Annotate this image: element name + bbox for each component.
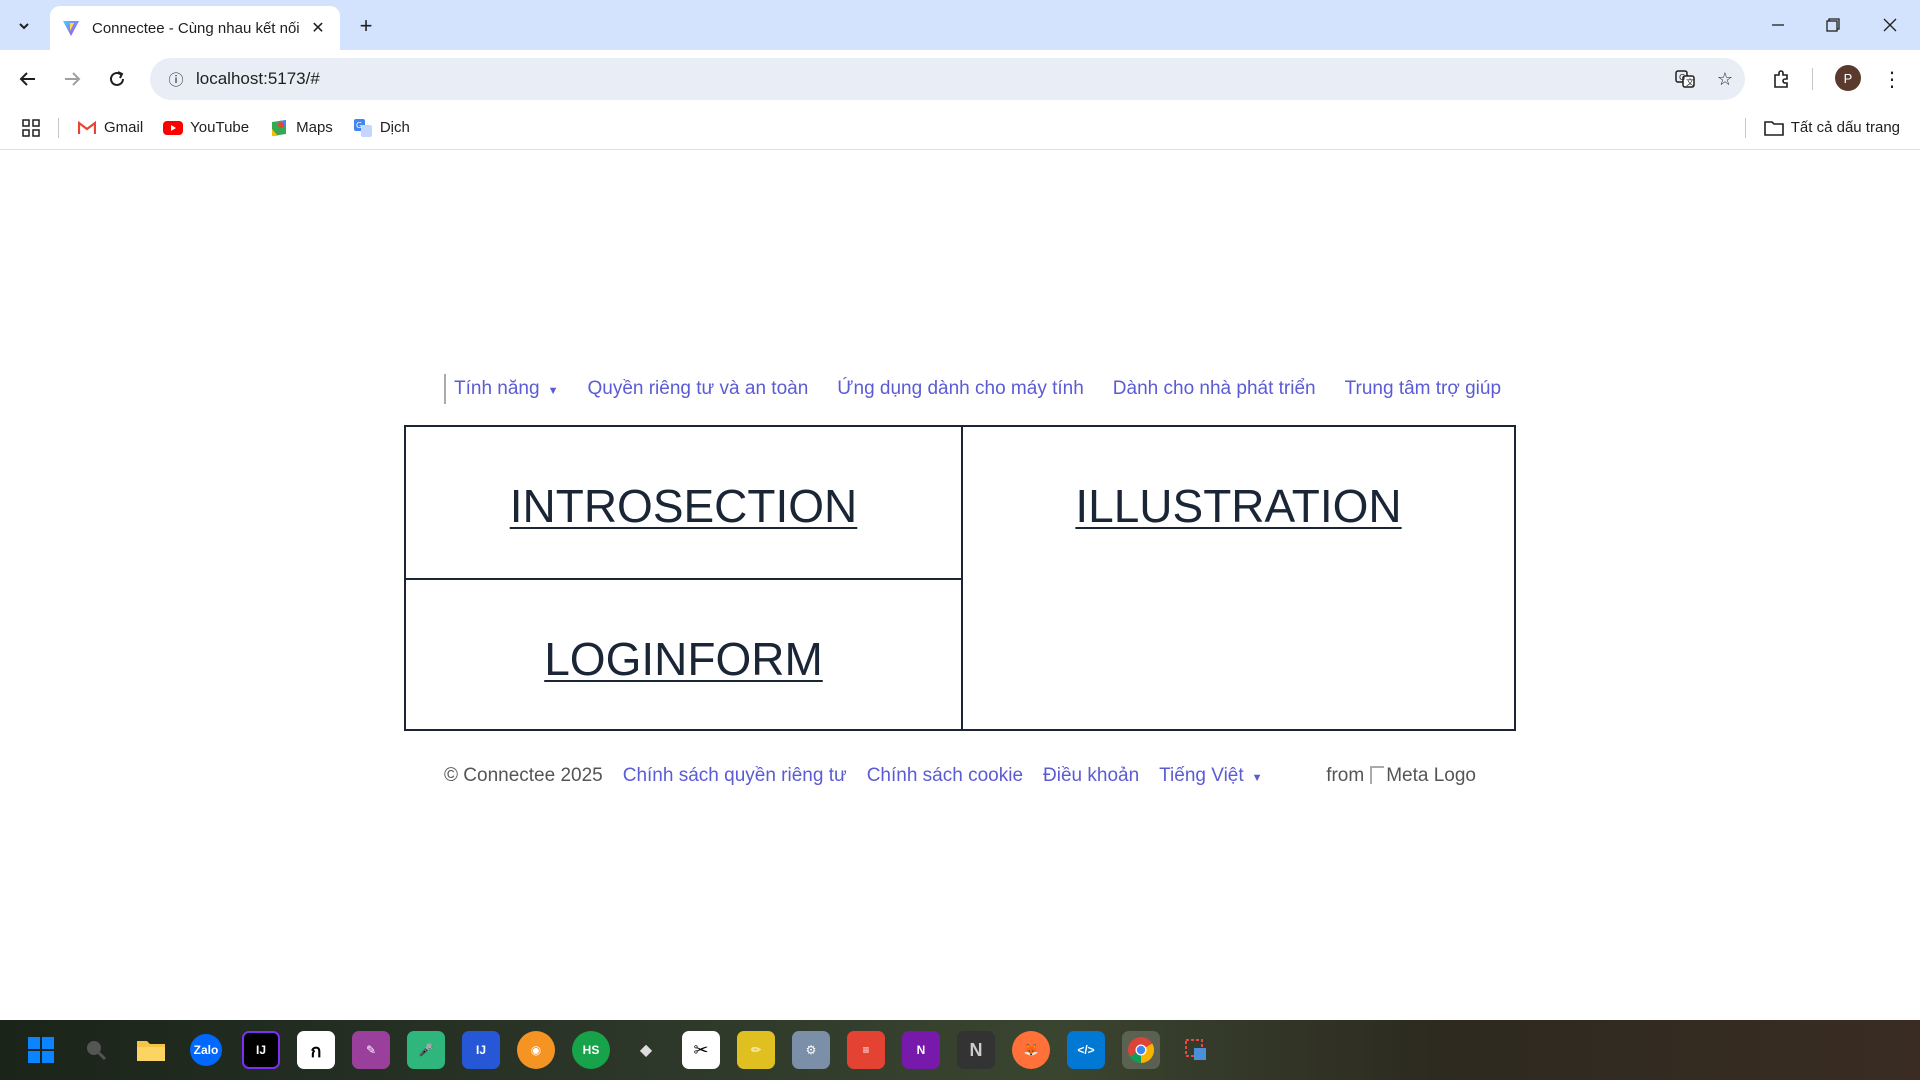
bookmark-maps[interactable]: Maps <box>269 119 333 136</box>
chevron-down-icon: ▼ <box>1251 772 1263 784</box>
broken-logo-image[interactable] <box>444 374 446 404</box>
from-meta: from Meta Logo <box>1326 765 1476 787</box>
illustration-section: ILLUSTRATION <box>963 427 1514 729</box>
minimize-icon[interactable] <box>1758 10 1798 40</box>
toolbox-icon[interactable]: ⚙ <box>792 1031 830 1069</box>
vscode-icon[interactable]: </> <box>1067 1031 1105 1069</box>
maps-icon <box>269 119 289 136</box>
toolbar-divider <box>1812 68 1813 90</box>
translate-icon: G <box>353 118 373 137</box>
close-tab-icon[interactable]: ✕ <box>308 18 328 38</box>
url-text[interactable]: localhost:5173/# <box>196 69 1665 89</box>
menu-icon[interactable]: ⋮ <box>1876 63 1908 95</box>
nav-desktop-app[interactable]: Ứng dụng dành cho máy tính <box>837 378 1084 400</box>
snipping-tool-icon[interactable] <box>1177 1031 1215 1069</box>
onenote-icon[interactable]: N <box>902 1031 940 1069</box>
intellij-icon[interactable]: IJ <box>242 1031 280 1069</box>
nav-developers[interactable]: Dành cho nhà phát triển <box>1113 378 1316 400</box>
footer-privacy-policy[interactable]: Chính sách quyền riêng tư <box>623 765 847 787</box>
translate-page-icon[interactable]: G文 <box>1665 59 1705 99</box>
apps-grid-icon[interactable] <box>22 118 40 137</box>
copyright-text: © Connectee 2025 <box>444 765 603 786</box>
start-icon[interactable] <box>22 1031 60 1069</box>
browser-toolbar: ⓘ localhost:5173/# G文 ☆ P ⋮ <box>0 50 1920 106</box>
intro-section-link[interactable]: INTROSECTION <box>510 479 858 533</box>
hs-app-icon[interactable]: HS <box>572 1031 610 1069</box>
new-tab-button[interactable]: + <box>352 12 380 40</box>
chrome-icon[interactable] <box>1122 1031 1160 1069</box>
folder-icon <box>1763 120 1784 136</box>
jetbrains-icon[interactable]: IJ <box>462 1031 500 1069</box>
close-window-icon[interactable] <box>1870 10 1910 40</box>
pencil-app-icon[interactable]: ✏ <box>737 1031 775 1069</box>
n8n-icon[interactable]: ก <box>297 1031 335 1069</box>
address-bar[interactable]: ⓘ localhost:5173/# G文 ☆ <box>150 58 1745 100</box>
bookmark-star-icon[interactable]: ☆ <box>1705 59 1745 99</box>
bookmark-translate[interactable]: G Dịch <box>353 118 410 137</box>
gmail-icon <box>77 120 97 136</box>
box-app-icon[interactable]: ◆ <box>627 1031 665 1069</box>
todoist-icon[interactable]: ≡ <box>847 1031 885 1069</box>
top-navigation: Tính năng ▼ Quyền riêng tư và an toàn Ứng… <box>444 371 1501 407</box>
from-label: from <box>1326 765 1365 786</box>
intro-section: INTROSECTION <box>406 427 961 578</box>
file-explorer-icon[interactable] <box>132 1031 170 1069</box>
nav-features[interactable]: Tính năng ▼ <box>454 378 558 400</box>
footer-language-select[interactable]: Tiếng Việt ▼ <box>1159 765 1262 787</box>
windows-taskbar: Zalo IJ ก ✎ 🎤 IJ ◉ HS ◆ ✂ ✏ ⚙ ≡ N N 🦊 </… <box>0 1020 1920 1080</box>
restore-icon[interactable] <box>1813 10 1853 40</box>
tab-search-button[interactable] <box>10 12 38 40</box>
svg-text:文: 文 <box>1686 77 1694 87</box>
tab-strip: Connectee - Cùng nhau kết nối ✕ + <box>0 0 1920 50</box>
illustration-link[interactable]: ILLUSTRATION <box>1075 479 1401 533</box>
mic-app-icon[interactable]: 🎤 <box>407 1031 445 1069</box>
extensions-icon[interactable] <box>1765 63 1797 95</box>
meta-logo-broken-image: Meta Logo <box>1370 765 1476 787</box>
brave-icon[interactable]: ◉ <box>517 1031 555 1069</box>
nav-help-center[interactable]: Trung tâm trợ giúp <box>1345 378 1501 400</box>
web-page: Tính năng ▼ Quyền riêng tư và an toàn Ứng… <box>0 151 1920 1020</box>
site-info-icon[interactable]: ⓘ <box>156 69 196 90</box>
zalo-icon[interactable]: Zalo <box>190 1034 222 1066</box>
page-footer: © Connectee 2025 Chính sách quyền riêng … <box>444 761 1476 791</box>
login-form-section: LOGINFORM <box>406 580 961 729</box>
bookmark-youtube[interactable]: YouTube <box>163 119 249 136</box>
svg-text:G: G <box>1679 73 1685 82</box>
all-bookmarks-label: Tất cả dấu trang <box>1790 119 1900 136</box>
svg-text:G: G <box>356 121 362 130</box>
forward-button[interactable] <box>56 63 88 95</box>
bookmark-label: Dịch <box>379 119 410 136</box>
login-form-link[interactable]: LOGINFORM <box>544 632 823 686</box>
back-button[interactable] <box>12 63 44 95</box>
bookmark-label: Gmail <box>104 119 144 136</box>
main-grid: INTROSECTION ILLUSTRATION LOGINFORM <box>404 425 1516 731</box>
firefox-icon[interactable]: 🦊 <box>1012 1031 1050 1069</box>
bookmarks-divider <box>58 117 59 138</box>
vite-logo-icon <box>63 21 79 36</box>
search-icon[interactable] <box>77 1031 115 1069</box>
reload-button[interactable] <box>101 63 133 95</box>
active-tab[interactable]: Connectee - Cùng nhau kết nối ✕ <box>50 6 340 50</box>
bookmark-label: Maps <box>296 119 333 136</box>
profile-avatar[interactable]: P <box>1835 65 1861 91</box>
bookmark-label: YouTube <box>190 119 250 136</box>
bookmarks-bar: Gmail YouTube Maps G Dịch Tất cả dấu tra… <box>0 106 1920 150</box>
notion-icon[interactable]: N <box>957 1031 995 1069</box>
youtube-icon <box>163 120 184 136</box>
footer-terms[interactable]: Điều khoản <box>1043 765 1139 787</box>
bookmark-gmail[interactable]: Gmail <box>77 119 143 136</box>
figma-alt-icon[interactable]: ✎ <box>352 1031 390 1069</box>
all-bookmarks-button[interactable]: Tất cả dấu trang <box>1763 119 1900 136</box>
nav-privacy[interactable]: Quyền riêng tư và an toàn <box>587 378 808 400</box>
footer-cookie-policy[interactable]: Chính sách cookie <box>867 765 1023 787</box>
tab-title: Connectee - Cùng nhau kết nối <box>92 19 300 37</box>
capcut-icon[interactable]: ✂ <box>682 1031 720 1069</box>
browser-chrome: Connectee - Cùng nhau kết nối ✕ + ⓘ loca… <box>0 0 1920 151</box>
bookmarks-divider-right <box>1744 117 1746 138</box>
chevron-down-icon: ▼ <box>547 385 559 397</box>
